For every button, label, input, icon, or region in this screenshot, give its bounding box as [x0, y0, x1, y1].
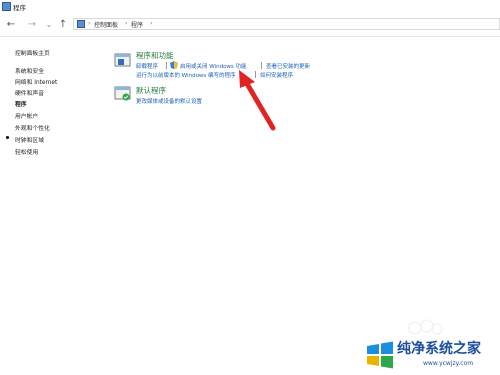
background-decoration: [408, 319, 443, 335]
watermark: 纯净系统之家 www.ycwjzy.com: [363, 336, 500, 375]
watermark-url: www.ycwjzy.com: [423, 360, 474, 367]
watermark-name: 纯净系统之家: [397, 341, 481, 357]
windows-logo-icon: [367, 341, 393, 369]
